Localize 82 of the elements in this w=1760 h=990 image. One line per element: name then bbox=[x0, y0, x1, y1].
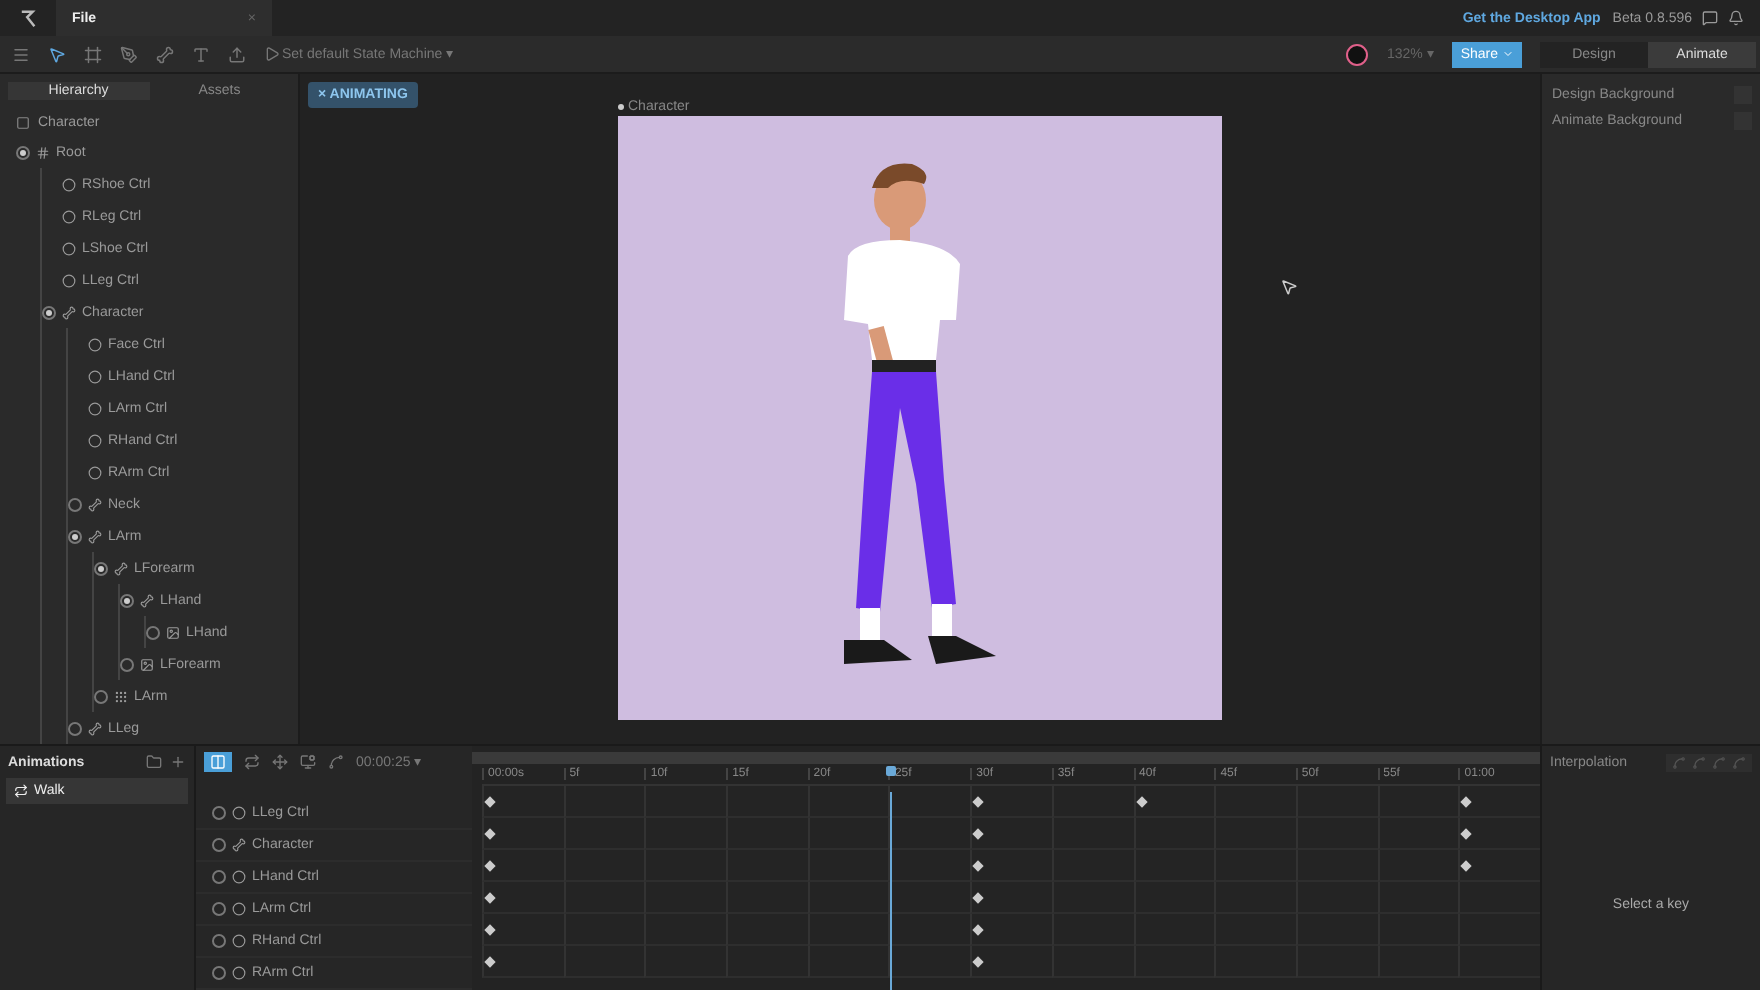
feedback-icon[interactable] bbox=[1702, 10, 1718, 26]
bone-icon bbox=[114, 561, 128, 575]
keyframe[interactable] bbox=[972, 796, 984, 808]
keyframe[interactable] bbox=[484, 828, 496, 840]
keyframe[interactable] bbox=[484, 860, 496, 872]
bone-icon[interactable] bbox=[156, 45, 174, 63]
text-icon[interactable] bbox=[192, 45, 210, 63]
loop-icon[interactable] bbox=[244, 754, 260, 770]
loop-icon bbox=[14, 784, 28, 798]
keyframe[interactable] bbox=[484, 796, 496, 808]
expand-toggle[interactable] bbox=[94, 689, 108, 703]
notification-icon[interactable] bbox=[1728, 10, 1744, 26]
circle-icon bbox=[62, 273, 76, 287]
add-icon[interactable] bbox=[170, 754, 186, 770]
folder-icon[interactable] bbox=[146, 754, 162, 770]
circle-icon bbox=[88, 465, 102, 479]
expand-toggle[interactable] bbox=[146, 625, 160, 639]
pointer-icon[interactable] bbox=[48, 45, 66, 63]
expand-toggle[interactable] bbox=[68, 721, 82, 735]
circle-icon bbox=[88, 401, 102, 415]
export-icon[interactable] bbox=[228, 45, 246, 63]
keyframe[interactable] bbox=[972, 892, 984, 904]
circle-icon bbox=[88, 433, 102, 447]
keyframe[interactable] bbox=[972, 956, 984, 968]
image-icon bbox=[140, 657, 154, 671]
expand-toggle[interactable] bbox=[212, 966, 226, 980]
expand-toggle[interactable] bbox=[212, 902, 226, 916]
circle-icon bbox=[88, 369, 102, 383]
circle-icon bbox=[232, 870, 246, 884]
expand-toggle[interactable] bbox=[120, 593, 134, 607]
pen-icon[interactable] bbox=[120, 45, 138, 63]
expand-toggle[interactable] bbox=[212, 934, 226, 948]
keyframe[interactable] bbox=[484, 924, 496, 936]
keyframe[interactable] bbox=[484, 956, 496, 968]
circle-icon bbox=[232, 966, 246, 980]
grip-icon bbox=[114, 689, 128, 703]
circle-icon bbox=[62, 241, 76, 255]
bone-icon bbox=[88, 529, 102, 543]
bone-icon bbox=[88, 497, 102, 511]
expand-toggle[interactable] bbox=[120, 657, 134, 671]
keyframe[interactable] bbox=[484, 892, 496, 904]
image-icon bbox=[166, 625, 180, 639]
expand-toggle[interactable] bbox=[212, 838, 226, 852]
circle-icon bbox=[232, 806, 246, 820]
menu-icon[interactable] bbox=[12, 45, 30, 63]
circle-icon bbox=[62, 177, 76, 191]
avatar[interactable] bbox=[1346, 43, 1369, 65]
expand-toggle[interactable] bbox=[212, 870, 226, 884]
keyframe[interactable] bbox=[1460, 796, 1473, 808]
expand-toggle[interactable] bbox=[68, 497, 82, 511]
caret-icon bbox=[1502, 48, 1514, 60]
circle-icon bbox=[62, 209, 76, 223]
bone-icon bbox=[88, 721, 102, 735]
circle-icon bbox=[232, 934, 246, 948]
circle-icon bbox=[88, 337, 102, 351]
expand-toggle[interactable] bbox=[42, 305, 56, 319]
bone-icon bbox=[232, 838, 246, 852]
circle-icon bbox=[232, 902, 246, 916]
cursor-icon bbox=[1280, 278, 1298, 296]
expand-toggle[interactable] bbox=[212, 806, 226, 820]
timeline-scrollbar[interactable] bbox=[472, 752, 1540, 764]
columns-icon[interactable] bbox=[210, 754, 226, 770]
bone-icon bbox=[140, 593, 154, 607]
play-icon[interactable] bbox=[264, 46, 280, 62]
frame-icon[interactable] bbox=[84, 45, 102, 63]
artboard-icon bbox=[16, 115, 30, 130]
screen-icon[interactable] bbox=[300, 754, 316, 770]
expand-toggle[interactable] bbox=[94, 561, 108, 575]
expand-toggle[interactable] bbox=[16, 145, 30, 159]
keyframe[interactable] bbox=[972, 924, 984, 936]
hash-icon bbox=[36, 145, 50, 159]
keyframe[interactable] bbox=[972, 860, 984, 872]
move-icon[interactable] bbox=[272, 754, 288, 770]
playhead-handle[interactable] bbox=[885, 766, 896, 776]
curve-icon[interactable] bbox=[328, 754, 344, 770]
keyframe[interactable] bbox=[1460, 860, 1473, 872]
keyframe[interactable] bbox=[1460, 828, 1473, 840]
keyframe[interactable] bbox=[972, 828, 984, 840]
bone-icon bbox=[62, 305, 76, 319]
artboard-dot bbox=[618, 104, 624, 110]
expand-toggle[interactable] bbox=[68, 529, 82, 543]
keyframe[interactable] bbox=[1135, 796, 1147, 808]
